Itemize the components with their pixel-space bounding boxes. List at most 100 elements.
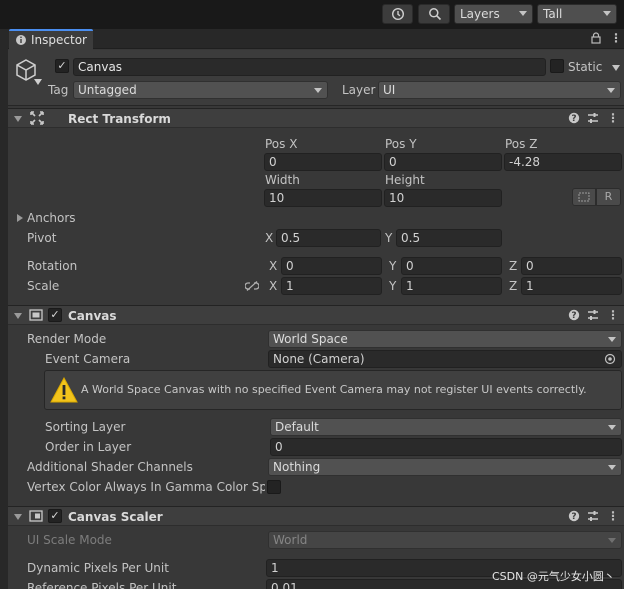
canvas-component-icon [29,309,43,321]
icon-dropdown-arrow[interactable] [34,79,42,85]
vertex-color-checkbox[interactable] [267,480,281,494]
shader-channels-dropdown[interactable]: Nothing [268,458,622,476]
anchors-foldout-icon[interactable] [17,214,23,222]
pivot-y-field[interactable]: 0.5 [396,229,502,247]
anchors-label[interactable]: Anchors [27,210,76,226]
warning-helpbox: A World Space Canvas with no specified E… [44,370,622,410]
history-icon [391,7,405,21]
component-menu-icon[interactable]: ⋮ [607,508,619,524]
sorting-layer-label: Sorting Layer [45,420,126,434]
rotation-x-label: X [269,259,278,273]
chevron-down-icon [314,88,322,93]
warning-icon [50,377,78,403]
pivot-x-label: X [265,231,274,245]
pos-z-field[interactable]: -4.28 [504,153,622,171]
raw-edit-button[interactable]: R [596,188,621,206]
layer-label: Layer [342,83,376,97]
pos-z-label: Pos Z [505,137,538,151]
warning-text: A World Space Canvas with no specified E… [81,383,587,396]
sorting-layer-dropdown[interactable]: Default [270,418,622,436]
canvas-header[interactable]: ✓ Canvas ? ⋮ [8,305,624,325]
canvas-scaler-header[interactable]: ✓ Canvas Scaler ? ⋮ [8,506,624,526]
chevron-down-icon [608,337,616,342]
height-field[interactable]: 10 [384,189,502,207]
chevron-down-icon [603,11,611,16]
scale-x-field[interactable]: 1 [281,277,382,295]
pos-y-label: Pos Y [385,137,417,151]
canvas-title: Canvas [68,309,117,323]
rect-transform-icon [30,111,44,125]
static-label: Static [568,60,603,74]
rotation-z-field[interactable]: 0 [521,257,622,275]
svg-text:?: ? [571,114,576,124]
constrain-proportions-icon[interactable] [245,281,259,291]
svg-text:?: ? [571,311,576,321]
static-checkbox[interactable] [550,59,564,73]
render-mode-dropdown[interactable]: World Space [268,330,622,348]
info-icon [16,35,26,45]
ui-scale-mode-dropdown: World [268,531,622,549]
presets-icon[interactable] [587,112,599,124]
component-menu-icon[interactable]: ⋮ [607,307,619,323]
help-icon[interactable]: ? [568,112,580,124]
tab-inspector[interactable]: Inspector [9,29,93,50]
object-picker-icon[interactable] [604,353,616,365]
chevron-down-icon [608,425,616,430]
pos-x-label: Pos X [265,137,298,151]
layer-dropdown[interactable]: UI [378,81,621,99]
rotation-label: Rotation [27,259,78,273]
canvas-scaler-foldout-icon[interactable] [14,514,22,520]
canvas-scaler-title: Canvas Scaler [68,510,163,524]
rect-transform-foldout-icon[interactable] [14,116,22,122]
canvas-foldout-icon[interactable] [14,313,22,319]
layers-dropdown[interactable]: Layers [454,4,533,24]
scale-label: Scale [27,279,60,293]
rotation-y-label: Y [389,259,397,273]
width-label: Width [265,173,300,187]
canvas-enabled-checkbox[interactable]: ✓ [48,308,62,322]
tag-dropdown[interactable]: Untagged [73,81,328,99]
scale-z-field[interactable]: 1 [521,277,622,295]
tag-label: Tag [48,83,69,97]
rotation-x-field[interactable]: 0 [281,257,382,275]
pos-y-field[interactable]: 0 [384,153,502,171]
gameobject-active-checkbox[interactable]: ✓ [55,59,69,73]
component-menu-icon[interactable]: ⋮ [607,110,619,126]
width-field[interactable]: 10 [264,189,382,207]
gameobject-name-field[interactable]: Canvas [73,58,546,76]
pivot-label: Pivot [27,231,57,245]
tab-menu-icon[interactable]: ⋮ [610,30,622,46]
event-camera-field[interactable]: None (Camera) [268,350,622,368]
blueprint-icon [578,192,590,202]
history-button[interactable] [382,4,413,24]
shader-channels-label: Additional Shader Channels [27,460,193,474]
presets-icon[interactable] [587,510,599,522]
dynamic-ppu-label: Dynamic Pixels Per Unit [27,561,169,575]
left-panel-edge [0,29,8,589]
rotation-z-label: Z [509,259,518,273]
layout-dropdown[interactable]: Tall [537,4,617,24]
pivot-y-label: Y [385,231,393,245]
reference-ppu-label: Reference Pixels Per Unit [27,581,177,589]
rotation-y-field[interactable]: 0 [401,257,502,275]
help-icon[interactable]: ? [568,309,580,321]
chevron-down-icon [519,11,527,16]
rect-transform-header[interactable]: Rect Transform ? ⋮ [8,108,624,128]
scale-y-field[interactable]: 1 [401,277,502,295]
search-button[interactable] [418,4,450,24]
presets-icon[interactable] [587,309,599,321]
order-in-layer-field[interactable]: 0 [270,438,622,456]
rect-transform-title: Rect Transform [68,112,171,126]
lock-icon[interactable] [591,32,601,44]
static-dropdown-arrow[interactable] [612,65,620,71]
blueprint-mode-button[interactable] [572,188,596,206]
scale-z-label: Z [509,279,518,293]
help-icon[interactable]: ? [568,510,580,522]
canvas-scaler-enabled-checkbox[interactable]: ✓ [48,509,62,523]
event-camera-label: Event Camera [45,352,131,366]
inspector-tab-bar [8,29,624,49]
pos-x-field[interactable]: 0 [264,153,382,171]
chevron-down-icon [608,465,616,470]
pivot-x-field[interactable]: 0.5 [276,229,381,247]
canvas-scaler-icon [29,510,43,522]
